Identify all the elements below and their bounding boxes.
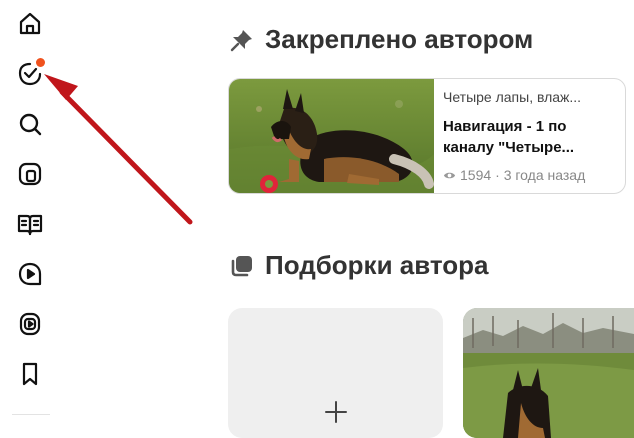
sidebar [0, 0, 60, 423]
bookmark-icon[interactable] [12, 356, 48, 392]
live-icon[interactable] [12, 306, 48, 342]
shorts-icon[interactable] [12, 156, 48, 192]
pinned-video-card[interactable]: Четыре лапы, влаж... Навигация - 1 по ка… [228, 78, 626, 194]
plus-icon [325, 401, 347, 423]
channel-name[interactable]: Четыре лапы, влаж... [443, 89, 615, 105]
video-title[interactable]: Навигация - 1 по каналу "Четыре... [443, 116, 615, 158]
video-thumbnail[interactable] [229, 79, 434, 193]
notification-badge [36, 58, 45, 67]
articles-icon[interactable] [12, 206, 48, 242]
pinned-heading: Закреплено автором [229, 24, 533, 55]
pinned-heading-text: Закреплено автором [265, 24, 534, 54]
video-info: Четыре лапы, влаж... Навигация - 1 по ка… [443, 89, 615, 183]
collections-icon [231, 255, 252, 276]
view-count: 1594 [460, 167, 492, 183]
pin-icon [230, 29, 252, 51]
eye-icon [443, 172, 456, 178]
collection-thumbnail[interactable] [463, 308, 634, 438]
search-icon[interactable] [12, 106, 48, 142]
video-meta: 1594 · 3 года назад [443, 167, 615, 183]
home-icon[interactable] [12, 6, 48, 42]
add-collection-card[interactable] [228, 308, 443, 438]
video-icon[interactable] [12, 256, 48, 292]
collections-heading: Подборки автора [229, 250, 489, 281]
collections-heading-text: Подборки автора [265, 250, 489, 280]
video-age: · 3 года назад [495, 167, 586, 183]
video-title-line1: Навигация - 1 по [443, 118, 567, 135]
sidebar-divider [12, 414, 50, 415]
video-title-line2: каналу "Четыре... [443, 139, 575, 156]
